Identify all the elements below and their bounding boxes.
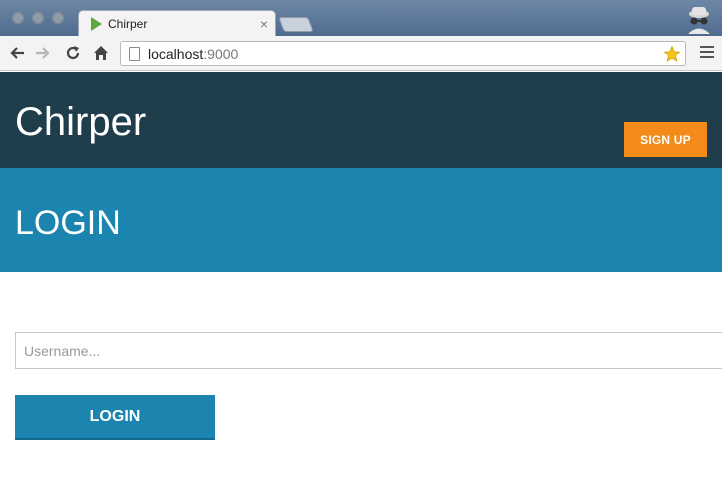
new-tab-button[interactable] [278,17,314,32]
browser-toolbar: localhost:9000 [0,36,722,71]
tab-title: Chirper [108,16,148,31]
incognito-icon [688,7,710,34]
address-url[interactable]: localhost:9000 [148,46,661,62]
arrow-right-icon [36,47,50,59]
username-input[interactable] [15,332,722,369]
star-icon [663,45,681,62]
url-port: :9000 [203,45,239,62]
page-hero: LOGIN [0,168,722,272]
app-header: Chirper [0,72,722,168]
tab-close-icon[interactable]: × [253,16,275,32]
address-bar[interactable]: localhost:9000 [120,41,686,66]
signup-button[interactable]: SIGN UP [624,122,707,157]
page-title: LOGIN [15,204,121,242]
browser-menu-icon[interactable] [700,46,714,60]
browser-titlebar: Chirper × [0,0,722,36]
home-button[interactable] [90,42,112,64]
browser-tab-active[interactable]: Chirper × [78,10,276,36]
login-button[interactable]: LOGIN [15,395,215,440]
home-icon [94,46,108,60]
window-minimize-button[interactable] [32,12,44,24]
window-close-button[interactable] [12,12,24,24]
url-host: localhost [148,45,204,62]
bookmark-star-icon[interactable] [661,43,683,65]
play-favicon-icon [91,16,102,31]
reload-button[interactable] [62,42,84,64]
window-zoom-button[interactable] [52,12,64,24]
forward-button[interactable] [32,42,54,64]
brand-logo-text: Chirper [15,100,147,144]
page-icon [129,46,140,61]
back-button[interactable] [6,42,28,64]
arrow-left-icon [10,47,24,59]
reload-icon [66,46,80,60]
